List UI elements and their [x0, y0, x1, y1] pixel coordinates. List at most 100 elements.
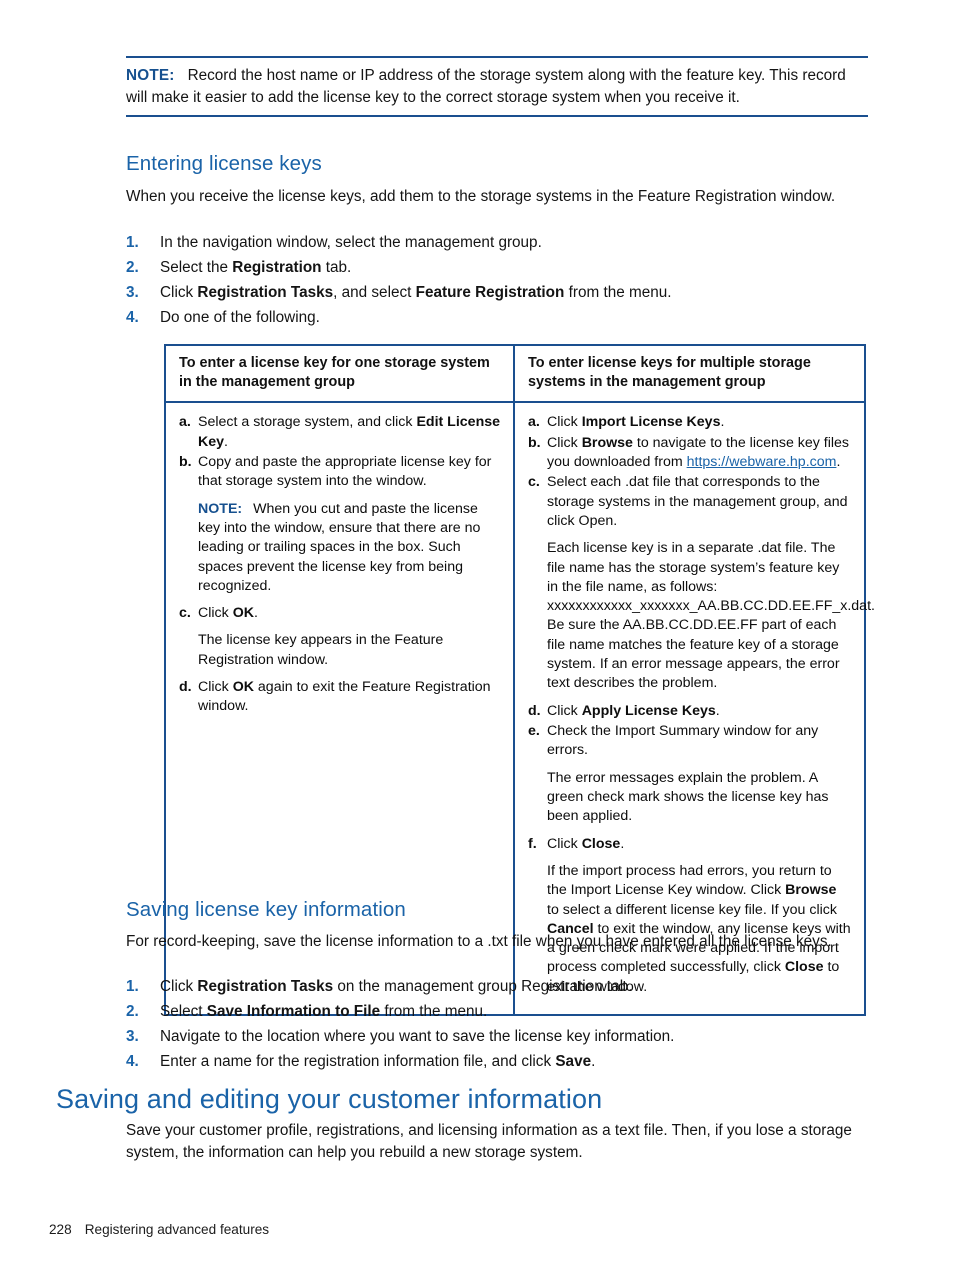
- table-list-item-text: Select a storage system, and click Edit …: [198, 413, 501, 452]
- text-run: Click: [547, 835, 582, 852]
- text-run: Click: [198, 605, 233, 622]
- paragraph-entering-intro: When you receive the license keys, add t…: [126, 188, 836, 205]
- text-run: Click: [547, 702, 582, 719]
- table-sub-paragraph: The license key appears in the Feature R…: [198, 631, 501, 670]
- note-body: NOTE: Record the host name or IP address …: [126, 58, 868, 115]
- table-list-item: d. Click Apply License Keys.: [528, 702, 852, 721]
- table-list-item-marker: d.: [179, 679, 192, 696]
- emphasis-text: Apply License Keys: [581, 702, 716, 719]
- table-inline-note: NOTE: When you cut and paste the license …: [198, 500, 501, 597]
- text-run: from the menu.: [564, 283, 672, 301]
- text-run: .: [591, 1052, 596, 1070]
- list-item: 1. Click Registration Tasks on the manage…: [126, 976, 868, 999]
- emphasis-text: Registration: [232, 258, 322, 276]
- list-item-number: 1.: [126, 978, 139, 995]
- text-run: .: [253, 605, 258, 622]
- text-run: to select a different license key file. …: [547, 901, 837, 918]
- text-run: Click: [160, 978, 198, 995]
- table-sub-paragraph: The error messages explain the problem. …: [547, 769, 852, 827]
- table-list-item: a. Select a storage system, and click Edi…: [179, 413, 501, 452]
- emphasis-text: OK: [232, 605, 254, 622]
- note-admonition: NOTE: Record the host name or IP address …: [126, 56, 868, 118]
- table-list-item-text: Click Apply License Keys.: [547, 702, 852, 721]
- page-footer: 228 Registering advanced features: [49, 1222, 269, 1237]
- table-list-item-marker: f.: [528, 835, 537, 852]
- text-run: .: [620, 835, 625, 852]
- text-run: Enter a name for the registration inform…: [160, 1052, 556, 1070]
- text-run: In the navigation window, select the man…: [160, 234, 542, 251]
- table-header-cell-single: To enter a license key for one storage s…: [166, 346, 515, 402]
- text-run: Select each .dat file that corresponds t…: [547, 474, 848, 529]
- table-list-item-marker: c.: [179, 605, 191, 622]
- table-list-item: a. Click Import License Keys.: [528, 413, 852, 432]
- text-run: Click: [547, 434, 582, 451]
- list-item-text: In the navigation window, select the man…: [160, 232, 868, 255]
- text-run: .: [224, 433, 228, 450]
- list-item: 3. Navigate to the location where you wan…: [126, 1026, 868, 1049]
- table-header-row: To enter a license key for one storage s…: [166, 346, 864, 404]
- emphasis-text: Save Information to File: [206, 1002, 381, 1020]
- note-rule-bottom: [126, 115, 868, 118]
- table-list-item-marker: d.: [528, 702, 541, 719]
- table-list-item-text: Click Close.: [547, 835, 852, 854]
- table-list-item: c. Select each .dat file that corresponds…: [528, 473, 852, 531]
- note-label: NOTE:: [126, 67, 175, 84]
- inline-note-label: NOTE:: [198, 500, 243, 517]
- table-list-item-marker: b.: [179, 453, 192, 470]
- table-list-item-text: Select each .dat file that corresponds t…: [547, 473, 852, 531]
- list-item-number: 3.: [126, 1027, 139, 1045]
- text-run: .: [836, 453, 841, 470]
- text-run: Click: [547, 414, 582, 431]
- text-run: Copy and paste the appropriate license k…: [198, 453, 492, 490]
- heading-saving-editing-customer-information: Saving and editing your customer informa…: [56, 1084, 603, 1114]
- list-item: 4. Enter a name for the registration info…: [126, 1051, 868, 1074]
- emphasis-text: Feature Registration: [415, 283, 565, 301]
- list-item-text: Navigate to the location where you want …: [160, 1026, 868, 1049]
- table-list-item-text: Check the Import Summary window for any …: [547, 722, 852, 761]
- list-item: 3. Click Registration Tasks, and select F…: [126, 282, 868, 305]
- table-list-item: b. Copy and paste the appropriate license…: [179, 453, 501, 492]
- text-run: from the menu.: [380, 1002, 488, 1020]
- emphasis-text: Browse: [785, 882, 837, 899]
- external-link[interactable]: https://webware.hp.com: [687, 454, 837, 470]
- note-text: Record the host name or IP address of th…: [126, 67, 846, 107]
- list-item: 2. Select Save Information to File from t…: [126, 1001, 868, 1024]
- footer-chapter-title: Registering advanced features: [84, 1222, 270, 1237]
- list-item-number: 4.: [126, 1052, 139, 1070]
- list-saving-steps: 1. Click Registration Tasks on the manage…: [126, 976, 868, 1076]
- list-item-text: Select the Registration tab.: [160, 257, 868, 280]
- table-list-item-text: Click OK.: [198, 604, 501, 623]
- emphasis-text: Registration Tasks: [197, 978, 334, 995]
- table-list-item-text: Click Browse to navigate to the license …: [547, 434, 852, 473]
- text-run: tab.: [321, 258, 352, 276]
- list-item-number: 4.: [126, 308, 139, 326]
- text-run: Select a storage system, and click: [198, 414, 417, 431]
- list-entering-steps: 1. In the navigation window, select the m…: [126, 232, 868, 332]
- text-run: Click: [198, 679, 233, 696]
- list-item-number: 2.: [126, 258, 139, 276]
- table-body-row: a. Select a storage system, and click Edi…: [166, 403, 875, 1015]
- text-run: Do one of the following.: [160, 308, 320, 326]
- list-item-number: 3.: [126, 283, 139, 301]
- paragraph-saving-intro: For record-keeping, save the license inf…: [126, 933, 832, 950]
- table-list-item: f. Click Close.: [528, 835, 852, 854]
- table-list-item: b. Click Browse to navigate to the licens…: [528, 434, 852, 473]
- table-sub-paragraph: Each license key is in a separate .dat f…: [547, 539, 875, 694]
- heading-saving-license-key-information: Saving license key information: [126, 898, 406, 921]
- table-list-item: d. Click OK again to exit the Feature Reg…: [179, 678, 501, 717]
- list-item-number: 2.: [126, 1002, 139, 1020]
- table-list-item-marker: b.: [528, 434, 541, 451]
- paragraph-customer-information: Save your customer profile, registration…: [126, 1122, 852, 1162]
- text-run: The license key appears in the Feature R…: [198, 632, 444, 668]
- list-item-number: 1.: [126, 234, 139, 251]
- table-list-item-text: Copy and paste the appropriate license k…: [198, 453, 501, 492]
- list-item-text: Click Registration Tasks on the manageme…: [160, 976, 868, 999]
- list-item: 4. Do one of the following.: [126, 307, 868, 330]
- emphasis-text: Registration Tasks: [197, 283, 334, 301]
- text-run: Each license key is in a separate .dat f…: [547, 540, 875, 692]
- table-list-item-marker: e.: [528, 723, 540, 739]
- table-list-item: e. Check the Import Summary window for an…: [528, 722, 852, 761]
- text-run: Check the Import Summary window for any …: [547, 723, 819, 759]
- emphasis-text: Save: [555, 1052, 592, 1070]
- table-list-item-marker: a.: [528, 414, 540, 431]
